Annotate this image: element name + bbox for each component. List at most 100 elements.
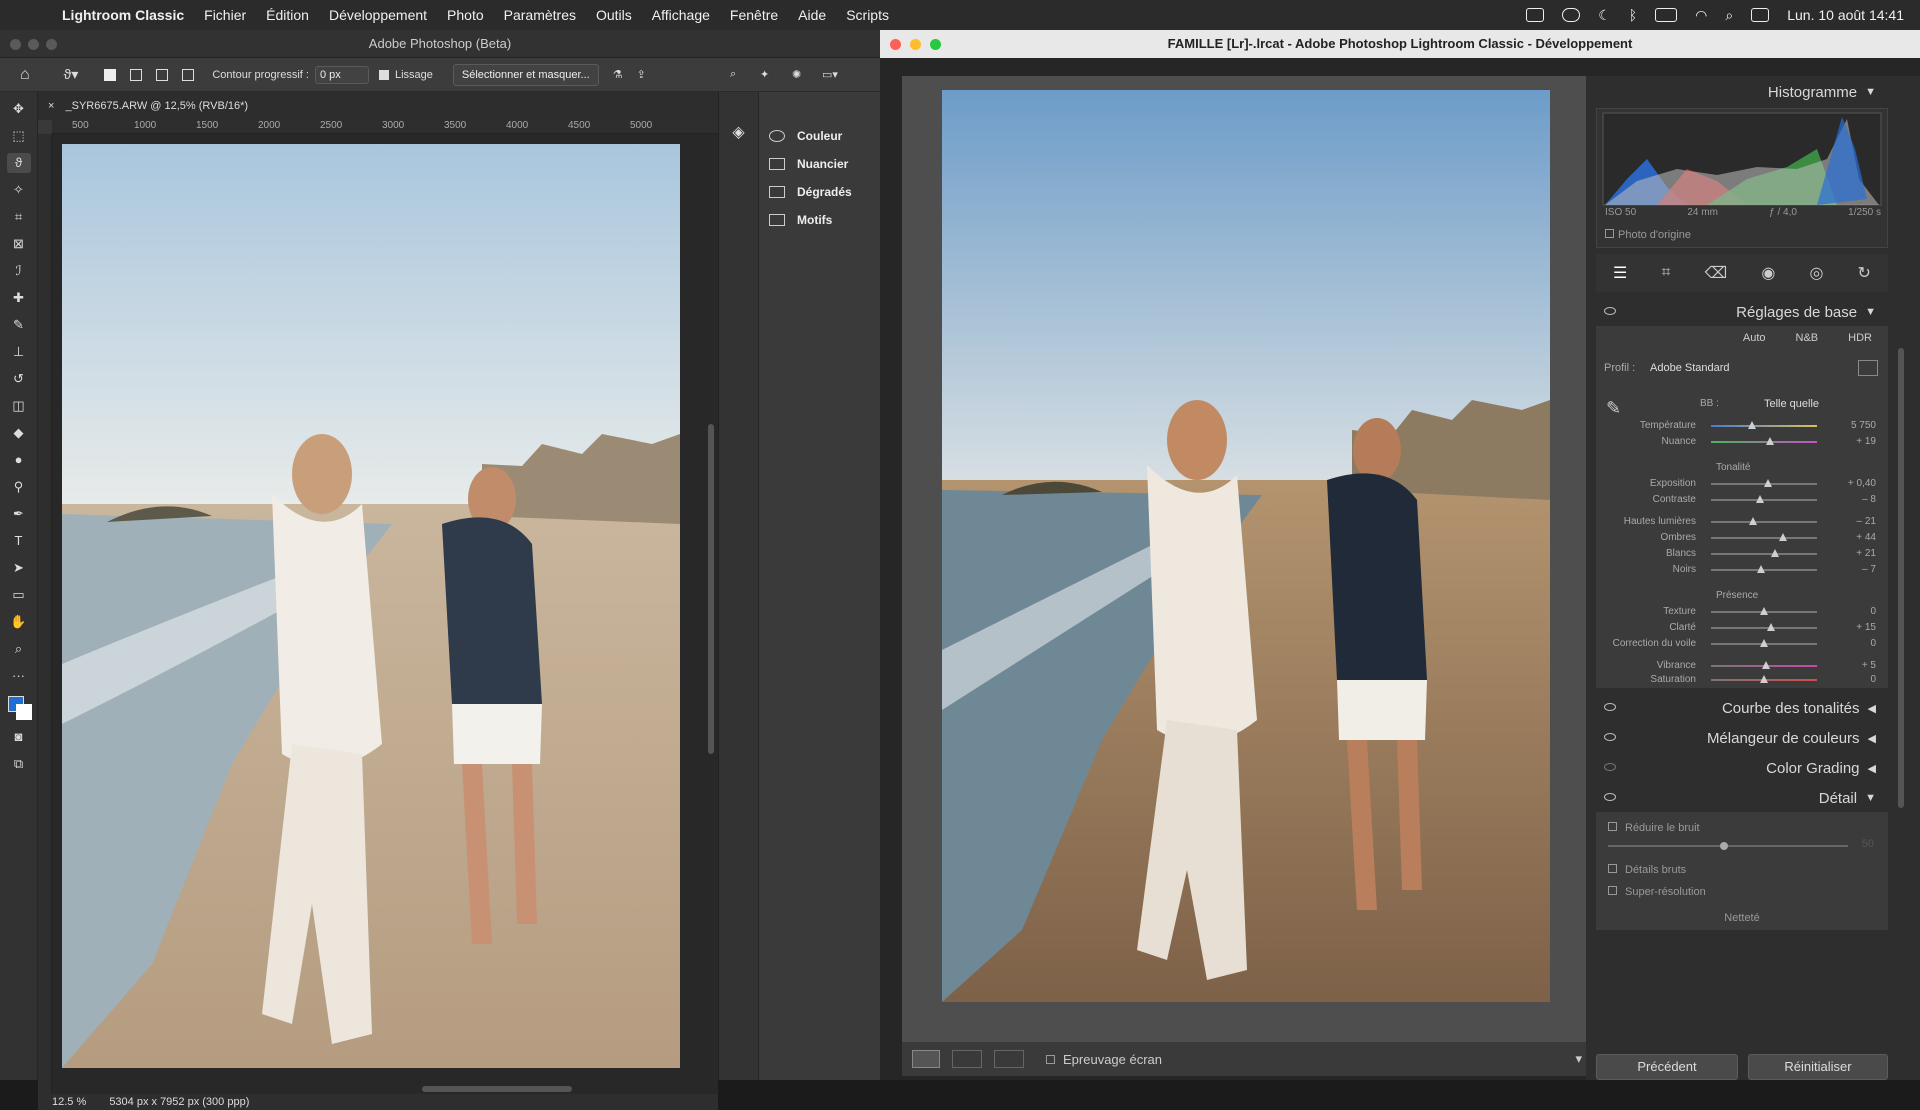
lasso-tool-icon[interactable]: ϑ▾: [64, 66, 79, 83]
hdr-button[interactable]: HDR: [1848, 332, 1872, 344]
canvas-area[interactable]: [52, 134, 718, 1094]
bluetooth-icon[interactable]: ᛒ: [1629, 7, 1637, 23]
move-tool-icon[interactable]: ✥: [7, 99, 31, 119]
blacks-slider[interactable]: Noirs – 7: [1596, 562, 1888, 578]
wb-eyedropper-icon[interactable]: ✎: [1606, 398, 1621, 419]
auto-button[interactable]: Auto: [1743, 332, 1766, 344]
texture-slider[interactable]: Texture 0: [1596, 604, 1888, 620]
dehaze-slider[interactable]: Correction du voile 0: [1596, 636, 1888, 652]
temperature-slider[interactable]: Température 5 750: [1596, 418, 1888, 434]
detail-header[interactable]: Détail ▼: [1596, 784, 1888, 812]
bw-button[interactable]: N&B: [1796, 332, 1819, 344]
crop-icon[interactable]: ⌗: [1662, 264, 1671, 282]
antialias-checkbox[interactable]: [378, 69, 389, 80]
menu-developpement[interactable]: Développement: [319, 7, 437, 23]
exposure-slider[interactable]: Exposition + 0,40: [1596, 476, 1888, 492]
flask-icon[interactable]: ⚗: [613, 68, 623, 81]
eye-icon[interactable]: [1604, 703, 1616, 711]
home-icon[interactable]: ⌂: [20, 66, 30, 84]
panel-nuancier[interactable]: Nuancier: [759, 150, 880, 178]
eye-icon[interactable]: [1604, 307, 1616, 315]
slider-knob[interactable]: [1760, 639, 1768, 647]
original-photo-checkbox[interactable]: [1605, 229, 1614, 238]
saturation-slider[interactable]: Saturation 0: [1596, 672, 1888, 688]
highlights-slider[interactable]: Hautes lumières – 21: [1596, 514, 1888, 530]
red-eye-icon[interactable]: ◉: [1761, 263, 1775, 283]
menu-scripts[interactable]: Scripts: [836, 7, 899, 23]
menu-parametres[interactable]: Paramètres: [494, 7, 586, 23]
add-selection-icon[interactable]: [130, 68, 143, 81]
workspace-icon[interactable]: ▭▾: [822, 68, 838, 81]
raw-details-checkbox[interactable]: [1608, 864, 1617, 873]
zoom-button[interactable]: [46, 39, 57, 50]
crop-tool-icon[interactable]: ⌗: [7, 207, 31, 227]
zoom-button[interactable]: [930, 39, 941, 50]
slider-knob[interactable]: [1755, 495, 1764, 503]
loupe-view-icon[interactable]: [912, 1050, 940, 1068]
noise-slider-knob[interactable]: [1720, 842, 1728, 850]
clarity-slider[interactable]: Clarté + 15: [1596, 620, 1888, 636]
lasso-tool-icon[interactable]: ϑ: [6, 153, 31, 173]
paint-bucket-icon[interactable]: ◆: [7, 423, 31, 443]
healing-brush-icon[interactable]: ✚: [7, 288, 31, 308]
control-center-icon[interactable]: [1751, 8, 1770, 22]
background-color-swatch[interactable]: [16, 704, 32, 720]
frame-tool-icon[interactable]: ⊠: [7, 234, 31, 254]
marquee-tool-icon[interactable]: ⬚: [7, 126, 31, 146]
brush-tool-icon[interactable]: ✎: [7, 315, 31, 335]
collapse-triangle-icon[interactable]: ▼: [1865, 86, 1876, 98]
slider-knob[interactable]: [1748, 421, 1757, 429]
soft-proof-checkbox[interactable]: [1046, 1054, 1055, 1064]
slider-knob[interactable]: [1770, 549, 1779, 557]
select-and-mask-button[interactable]: Sélectionner et masquer...: [452, 63, 599, 86]
slider-knob[interactable]: [1764, 479, 1773, 487]
feather-input[interactable]: 0 px: [314, 65, 369, 84]
tint-slider[interactable]: Nuance + 19: [1596, 434, 1888, 450]
moon-icon[interactable]: ☾: [1598, 7, 1611, 24]
basic-header[interactable]: Réglages de base ▼: [1596, 298, 1888, 326]
wb-select[interactable]: Telle quelle: [1764, 398, 1819, 410]
noise-value[interactable]: 50: [1862, 838, 1874, 850]
eye-icon[interactable]: [1604, 793, 1616, 801]
reset-button[interactable]: Réinitialiser: [1748, 1054, 1888, 1080]
sharpening-label[interactable]: Netteté: [1596, 912, 1888, 924]
clock[interactable]: Lun. 10 août 14:41: [1787, 7, 1904, 23]
profile-select[interactable]: Adobe Standard: [1650, 362, 1730, 374]
eraser-icon[interactable]: ◫: [7, 396, 31, 416]
cloud-icon[interactable]: [1562, 8, 1581, 22]
contrast-slider[interactable]: Contraste – 8: [1596, 492, 1888, 508]
close-button[interactable]: [890, 39, 901, 50]
pen-tool-icon[interactable]: ✒: [7, 504, 31, 524]
histogram-header[interactable]: Histogramme ▼: [1596, 78, 1888, 106]
path-select-icon[interactable]: ➤: [7, 558, 31, 578]
magic-wand-icon[interactable]: ✧: [7, 180, 31, 200]
minimize-button[interactable]: [28, 39, 39, 50]
slider-value[interactable]: + 0,40: [1826, 478, 1876, 489]
slider-knob[interactable]: [1766, 437, 1775, 445]
expand-triangle-icon[interactable]: ◀: [1868, 732, 1876, 745]
slider-value[interactable]: – 21: [1826, 516, 1876, 527]
edit-sliders-icon[interactable]: ☰: [1613, 263, 1627, 283]
slider-value[interactable]: – 8: [1826, 494, 1876, 505]
rectangle-tool-icon[interactable]: ▭: [7, 585, 31, 605]
collapse-triangle-icon[interactable]: ▼: [1865, 792, 1876, 804]
slider-value[interactable]: + 15: [1826, 622, 1876, 633]
super-resolution-checkbox[interactable]: [1608, 886, 1617, 895]
eyedropper-icon[interactable]: ℐ: [7, 261, 31, 281]
masking-icon[interactable]: ◎: [1809, 263, 1823, 283]
vertical-scrollbar[interactable]: [708, 424, 714, 754]
horizontal-scrollbar[interactable]: [422, 1086, 572, 1092]
slider-value[interactable]: 0: [1826, 606, 1876, 617]
panel-degrades[interactable]: Dégradés: [759, 178, 880, 206]
shadows-slider[interactable]: Ombres + 44: [1596, 530, 1888, 546]
slider-knob[interactable]: [1760, 675, 1768, 683]
minimize-button[interactable]: [910, 39, 921, 50]
slider-value[interactable]: 0: [1826, 638, 1876, 649]
battery-icon[interactable]: [1655, 8, 1678, 22]
menu-fichier[interactable]: Fichier: [194, 7, 256, 23]
wifi-icon[interactable]: ◠: [1695, 7, 1707, 24]
hand-tool-icon[interactable]: ✋: [7, 612, 31, 632]
subtract-selection-icon[interactable]: [156, 68, 169, 81]
slider-value[interactable]: + 5: [1826, 660, 1876, 671]
whites-slider[interactable]: Blancs + 21: [1596, 546, 1888, 562]
